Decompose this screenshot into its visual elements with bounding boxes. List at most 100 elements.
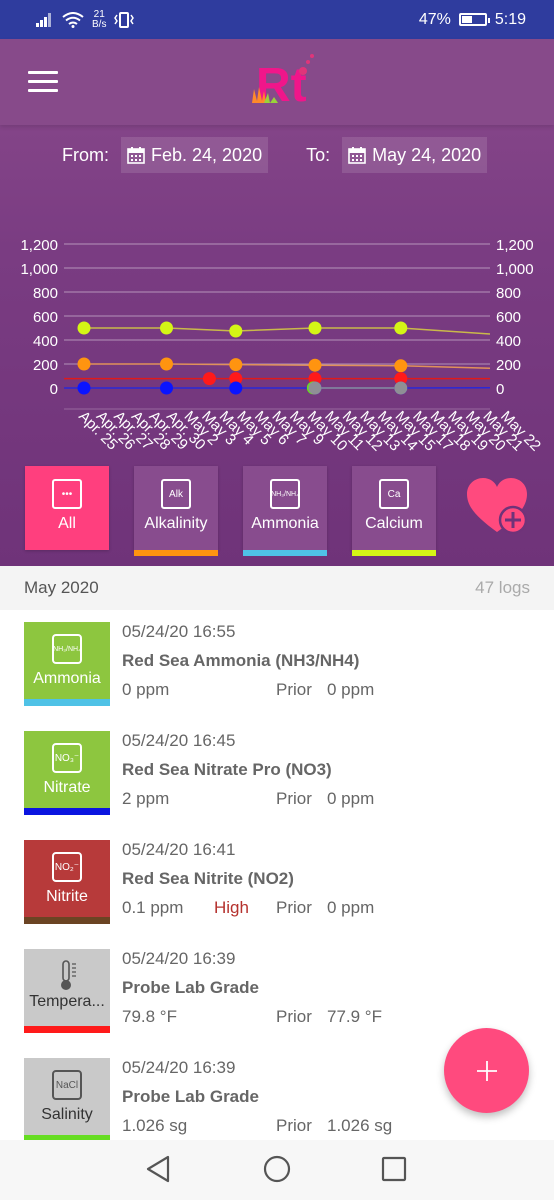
log-value: 1.026 sg — [122, 1116, 188, 1135]
from-label: From: — [62, 144, 109, 165]
calcium-icon: Ca — [379, 479, 409, 509]
prior-label: Prior — [276, 680, 312, 699]
data-point-temperature — [202, 372, 216, 386]
prior-label: Prior — [276, 1007, 312, 1026]
series-line-calcium — [84, 327, 491, 335]
filter-label: Calcium — [365, 515, 423, 532]
nitrite-icon: NO₂⁻ — [52, 852, 82, 882]
log-category-label: Tempera... — [29, 993, 105, 1010]
from-date-picker[interactable]: Feb. 24, 2020 — [121, 137, 269, 173]
prior-value: 77.9 °F — [327, 1007, 382, 1026]
data-point-other — [394, 381, 408, 395]
log-values: 79.8 °F Prior 77.9 °F — [122, 1007, 522, 1029]
y-tick-label-left: 400 — [33, 333, 58, 350]
filter-alkalinity[interactable]: Alk Alkalinity — [134, 466, 218, 556]
filter-calcium[interactable]: Ca Calcium — [352, 466, 436, 556]
log-category-color-bar — [24, 699, 110, 706]
status-bar: 21 B/s 47% 5:19 — [0, 0, 554, 39]
heart-plus-icon[interactable] — [465, 476, 531, 536]
log-timestamp: 05/24/20 16:45 — [122, 731, 236, 750]
log-category-tile: Tempera... — [24, 949, 110, 1033]
log-test-name: Red Sea Nitrate Pro (NO3) — [122, 760, 332, 779]
log-timestamp: 05/24/20 16:39 — [122, 949, 236, 968]
log-flag: High — [214, 898, 249, 917]
app-bar: Rt — [0, 39, 554, 125]
log-item[interactable]: NH₃/NH₄ Ammonia 05/24/20 16:55 Red Sea Ammo… — [0, 622, 554, 722]
month-label: May 2020 — [24, 578, 99, 597]
hamburger-menu-icon[interactable] — [28, 71, 58, 93]
thermometer-icon — [61, 960, 76, 990]
to-date-value: May 24, 2020 — [372, 144, 482, 165]
log-category-label: Ammonia — [33, 670, 101, 687]
prior-value: 1.026 sg — [327, 1116, 393, 1135]
to-date-picker[interactable]: May 24, 2020 — [342, 137, 488, 173]
log-timestamp: 05/24/20 16:55 — [122, 622, 236, 641]
log-category-label: Salinity — [41, 1106, 93, 1123]
network-speed-unit: B/s — [92, 18, 107, 30]
prior-value: 0 ppm — [327, 789, 375, 808]
month-header: May 2020 47 logs — [0, 566, 554, 610]
to-label: To: — [306, 144, 331, 165]
log-category-color-bar — [24, 808, 110, 815]
y-tick-label-right: 1,000 — [496, 261, 534, 278]
ammonia-icon: NH₃/NH₄ — [270, 479, 300, 509]
calendar-icon — [127, 147, 145, 164]
recents-icon[interactable] — [381, 1154, 407, 1184]
data-point-calcium — [229, 324, 243, 338]
prior-label: Prior — [276, 789, 312, 808]
y-tick-label-right: 800 — [496, 285, 521, 302]
from-date-value: Feb. 24, 2020 — [151, 144, 263, 165]
log-value: 2 ppm — [122, 789, 170, 808]
app-logo: Rt — [252, 54, 314, 111]
filter-all[interactable]: ••• All — [25, 466, 109, 550]
parameter-chart[interactable]: 0 0 200 200 400 400 600 600 800 800 1,000 1,000 1,20… — [0, 189, 554, 489]
y-tick-label-left: 0 — [50, 381, 58, 398]
battery-icon — [458, 13, 490, 26]
salinity-icon: NaCl — [52, 1070, 82, 1100]
prior-label: Prior — [276, 1116, 312, 1135]
more-dots-icon: ••• — [52, 479, 82, 509]
prior-label: Prior — [276, 898, 312, 917]
data-point-nitrate — [77, 381, 91, 395]
y-tick-label-right: 600 — [496, 309, 521, 326]
log-value: 0 ppm — [122, 680, 170, 699]
log-test-name: Red Sea Ammonia (NH3/NH4) — [122, 651, 360, 670]
data-point-nitrate — [229, 381, 243, 395]
wifi-icon — [62, 11, 84, 28]
data-point-alkalinity — [77, 357, 91, 371]
vibrate-icon — [114, 11, 135, 28]
filter-ammonia[interactable]: NH₃/NH₄ Ammonia — [243, 466, 327, 556]
y-tick-label-left: 800 — [33, 285, 58, 302]
log-count: 47 logs — [475, 578, 530, 597]
log-values: 0 ppm Prior 0 ppm — [122, 680, 522, 702]
log-category-tile: NaCl Salinity — [24, 1058, 110, 1140]
system-nav-bar — [0, 1140, 554, 1200]
battery-level — [461, 16, 473, 23]
log-info: 05/24/20 16:41 Red Sea Nitrite (NO2) 0.1 p… — [122, 840, 522, 920]
log-info: 05/24/20 16:39 Probe Lab Grade 79.8 °F Prio… — [122, 949, 522, 1029]
plus-icon — [476, 1060, 497, 1081]
y-tick-label-left: 1,200 — [20, 237, 58, 254]
log-values: 2 ppm Prior 0 ppm — [122, 789, 522, 811]
add-log-button[interactable] — [444, 1028, 529, 1113]
back-icon[interactable] — [144, 1154, 172, 1184]
log-item[interactable]: NO₃⁻ Nitrate 05/24/20 16:45 Red Sea Nitrate… — [0, 731, 554, 831]
home-icon[interactable] — [262, 1154, 292, 1184]
battery-percent: 47% — [418, 10, 451, 28]
log-category-label: Nitrite — [46, 888, 88, 905]
prior-value: 0 ppm — [327, 898, 375, 917]
y-tick-label-left: 600 — [33, 309, 58, 326]
log-test-name: Probe Lab Grade — [122, 978, 259, 997]
data-point-alkalinity — [160, 357, 173, 371]
signal-icon — [36, 12, 51, 27]
log-category-tile: NO₃⁻ Nitrate — [24, 731, 110, 815]
log-category-tile: NH₃/NH₄ Ammonia — [24, 622, 110, 706]
log-category-color-bar — [24, 917, 110, 924]
filter-color-bar — [134, 550, 218, 556]
filter-color-bar — [352, 550, 436, 556]
log-item[interactable]: NO₂⁻ Nitrite 05/24/20 16:41 Red Sea Nitrite… — [0, 840, 554, 940]
network-speed-value: 21 — [93, 8, 105, 20]
log-category-label: Nitrate — [43, 779, 91, 796]
log-info: 05/24/20 16:45 Red Sea Nitrate Pro (NO3) 2… — [122, 731, 522, 811]
data-point-calcium — [394, 321, 408, 335]
